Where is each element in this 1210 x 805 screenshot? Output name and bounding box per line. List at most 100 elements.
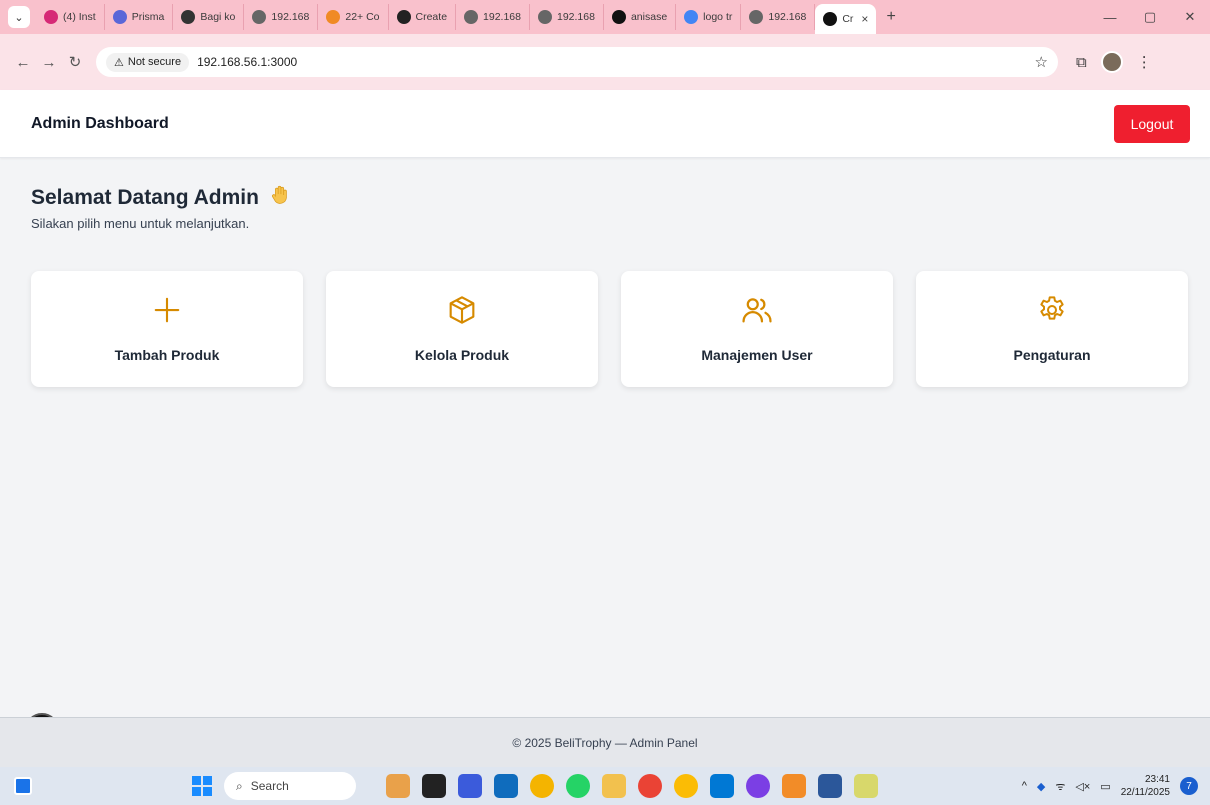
address-bar[interactable]: ⚠ Not secure 192.168.56.1:3000 ☆ [96,47,1058,77]
browser-tab[interactable]: 192.168 [456,4,530,30]
welcome-heading: Selamat Datang Admin [31,184,291,212]
clock-time: 23:41 [1144,774,1170,785]
globe-icon [538,10,552,24]
menu-kebab-icon[interactable]: ⋮ [1137,53,1152,71]
app-icon[interactable] [782,774,806,798]
browser-tab[interactable]: Bagi ko [173,4,245,30]
tab-search-button[interactable]: ⌄ [8,6,30,28]
site-icon [326,10,341,24]
browser-tab[interactable]: Create [389,4,457,30]
clock[interactable]: 23:41 22/11/2025 [1121,773,1170,799]
browser-tab[interactable]: 192.168 [244,4,319,30]
prisma-icon [112,10,127,24]
card-manajemen-user[interactable]: Manajemen User [621,271,893,387]
security-label: Not secure [127,56,182,68]
security-chip[interactable]: ⚠ Not secure [106,52,190,72]
minimize-button[interactable]: — [1090,10,1130,25]
tab-label: Cr [842,13,854,25]
welcome-section: Selamat Datang Admin Silakan pilih menu … [31,184,291,231]
shield-icon[interactable]: ◆ [1037,780,1045,793]
browser-tab[interactable]: anisase [604,4,677,30]
site-icon [252,10,267,24]
browser-tabstrip: ⌄ (4) Inst Prisma Bagi ko 192.168 22+ Co… [0,0,1210,34]
tab-label: 192.168 [271,11,310,23]
close-tab-icon[interactable]: × [861,12,868,26]
card-pengaturan[interactable]: Pengaturan [916,271,1188,387]
chevron-up-icon[interactable]: ^ [1022,780,1027,792]
folder-icon[interactable] [602,774,626,798]
app-title: Admin Dashboard [31,114,169,132]
browser-tab[interactable]: logo tr [676,4,742,30]
url-text: 192.168.56.1:3000 [197,55,298,69]
profile-avatar[interactable] [1100,51,1123,73]
notepad-icon[interactable] [854,774,878,798]
browser-tab[interactable]: 192.168 [530,4,604,30]
browser-tab-active[interactable]: Cr × [815,4,877,34]
chrome-icon[interactable] [530,774,554,798]
card-label: Tambah Produk [114,347,220,363]
forward-arrow-icon[interactable]: → [36,54,62,71]
warning-icon: ⚠ [114,56,124,69]
search-icon: ⌕ [236,778,243,793]
browser-tab[interactable]: 22+ Co [318,4,389,30]
tab-label: 192.168 [557,11,595,23]
app-icon[interactable] [422,774,446,798]
browser-tab[interactable]: 192.168 [741,4,816,30]
window-controls: — ▢ ✕ [1090,0,1210,34]
globe-icon [749,10,764,24]
app-icon[interactable] [458,774,482,798]
tab-label: (4) Inst [63,11,96,23]
browser-tab[interactable]: (4) Inst [36,4,105,30]
site-icon [464,10,479,24]
store-icon[interactable] [494,774,518,798]
tab-label: 192.168 [768,11,807,23]
card-tambah-produk[interactable]: Tambah Produk [31,271,303,387]
chrome-icon[interactable] [674,774,698,798]
card-label: Pengaturan [1013,347,1091,363]
battery-icon[interactable]: ▭ [1100,780,1110,793]
browser-toolbar: ← → ↻ ⚠ Not secure 192.168.56.1:3000 ☆ ⧉… [0,34,1210,90]
welcome-subtitle: Silakan pilih menu untuk melanjutkan. [31,216,250,231]
card-label: Manajemen User [701,347,813,363]
os-taskbar: ⌕ Search ^ ◆ ᯤ ◁× ▭ 23:41 22/11/2025 7 [0,767,1210,805]
card-kelola-produk[interactable]: Kelola Produk [326,271,598,387]
vscode-icon[interactable] [710,774,734,798]
notification-badge[interactable]: 7 [1180,777,1198,795]
windows-start-icon[interactable] [192,776,212,796]
restore-button[interactable]: ▢ [1130,9,1170,25]
tab-label: 22+ Co [345,11,380,23]
system-tray: ^ ◆ ᯤ ◁× ▭ 23:41 22/11/2025 7 [1022,767,1198,805]
app-icon[interactable] [386,774,410,798]
chrome-icon[interactable] [638,774,662,798]
site-icon [823,12,838,26]
search-placeholder: Search [250,779,289,793]
clock-date: 22/11/2025 [1120,787,1170,798]
bookmark-star-icon[interactable]: ☆ [1035,53,1048,71]
close-window-button[interactable]: ✕ [1170,9,1210,25]
github-icon [611,10,626,24]
footer-text: © 2025 BeliTrophy — Admin Panel [512,735,698,750]
taskbar-search[interactable]: ⌕ Search [224,772,356,800]
logout-button[interactable]: Logout [1114,104,1190,143]
back-arrow-icon[interactable]: ← [10,54,36,71]
google-icon [684,10,699,24]
github-desktop-icon[interactable] [746,774,770,798]
extensions-icon[interactable]: ⧉ [1076,54,1087,71]
whatsapp-icon[interactable] [566,774,590,798]
wifi-icon[interactable]: ᯤ [1055,779,1065,794]
card-label: Kelola Produk [414,347,510,363]
widgets-icon[interactable] [14,777,32,795]
welcome-title: Selamat Datang Admin [31,186,259,209]
site-icon [181,10,196,24]
volume-muted-icon[interactable]: ◁× [1075,780,1090,793]
browser-tab[interactable]: Prisma [105,4,174,30]
tab-label: Create [415,11,448,23]
chevron-down-icon: ⌄ [14,11,24,24]
new-tab-button[interactable]: + [876,8,905,26]
app-header: Admin Dashboard Logout [0,90,1210,158]
reload-icon[interactable]: ↻ [62,53,88,71]
users-icon [740,293,774,327]
tab-label: logo tr [703,11,733,23]
word-icon[interactable] [818,774,842,798]
tab-label: anisase [630,11,668,23]
